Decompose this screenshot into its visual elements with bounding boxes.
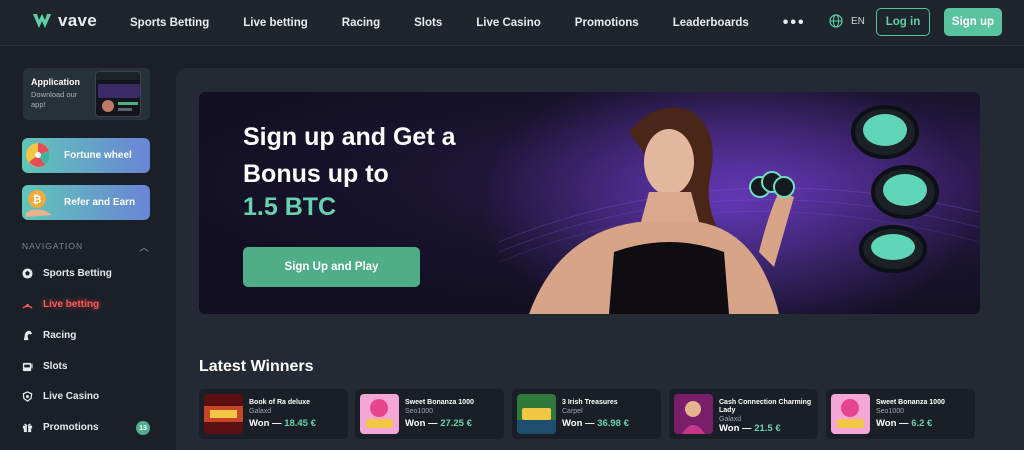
won-amount: 27.25 € [440, 418, 472, 429]
winner-game-name: Sweet Bonanza 1000 [405, 399, 474, 406]
language-label: EN [851, 15, 865, 27]
soccer-ball-icon [22, 268, 33, 279]
language-selector[interactable]: EN [829, 14, 865, 28]
app-download-card[interactable]: Application Download our app! [23, 68, 150, 120]
brand-name: vave [58, 11, 98, 30]
winner-username: Seo1000 [405, 408, 434, 415]
won-amount: 18.45 € [284, 418, 316, 429]
winner-game-name: Sweet Bonanza 1000 [876, 399, 945, 406]
sidebar-item-racing[interactable]: Racing [22, 330, 76, 341]
nav-racing[interactable]: Racing [342, 17, 380, 29]
nav-leaderboards[interactable]: Leaderboards [673, 17, 749, 29]
nav-live-betting[interactable]: Live betting [243, 17, 308, 29]
fortune-wheel-label: Fortune wheel [64, 150, 132, 161]
winner-card[interactable]: Cash Connection Charming Lady Galaxd Won… [669, 389, 818, 439]
navigation-heading-label: NAVIGATION [22, 241, 84, 251]
won-label: Won — [562, 418, 595, 429]
hero-bonus-amount: 1.5 BTC [243, 193, 337, 221]
winner-game-name: Book of Ra deluxe [249, 399, 311, 406]
won-amount: 36.98 € [597, 418, 629, 429]
won-label: Won — [719, 423, 752, 434]
globe-icon [829, 14, 843, 28]
sidebar-item-slots[interactable]: Slots [22, 361, 67, 372]
navigation-heading[interactable]: NAVIGATION ︿ [22, 239, 150, 254]
more-menu-icon[interactable]: ••• [783, 14, 806, 32]
winner-won-line: Won — 21.5 € [719, 423, 781, 434]
slot-machine-icon [22, 362, 33, 372]
winner-won-line: Won — 36.98 € [562, 418, 629, 429]
game-thumbnail [517, 394, 556, 434]
nav-live-casino[interactable]: Live Casino [476, 17, 541, 29]
refer-and-earn-label: Refer and Earn [64, 197, 136, 208]
nav-slots[interactable]: Slots [414, 17, 442, 29]
hero-title: Sign up and Get a Bonus up to [243, 123, 456, 188]
sidebar-item-promotions[interactable]: Promotions [22, 422, 99, 433]
promotions-count-badge: 13 [136, 421, 150, 435]
refer-and-earn-button[interactable]: ₿ Refer and Earn [22, 185, 150, 220]
winner-card[interactable]: Book of Ra deluxe Galaxd Won — 18.45 € [199, 389, 348, 439]
app-card-subtitle: Download our app! [31, 90, 78, 109]
sidebar-item-label: Sports Betting [43, 268, 112, 279]
winner-won-line: Won — 18.45 € [249, 418, 316, 429]
winner-card[interactable]: Sweet Bonanza 1000 Seo1000 Won — 27.25 € [355, 389, 504, 439]
app-card-title: Application [31, 77, 80, 87]
game-thumbnail [204, 394, 243, 434]
sidebar-item-label: Slots [43, 361, 68, 372]
sidebar: Application Download our app! Fortune wh… [0, 46, 168, 450]
won-label: Won — [405, 418, 438, 429]
top-header: vave Sports Betting Live betting Racing … [0, 0, 1024, 46]
nav-promotions[interactable]: Promotions [575, 17, 639, 29]
signup-button[interactable]: Sign up [944, 8, 1002, 36]
sidebar-item-label: Promotions [43, 422, 99, 433]
main-nav: Sports Betting Live betting Racing Slots… [130, 0, 806, 46]
winner-card[interactable]: 3 Irish Treasures Carpel Won — 36.98 € [512, 389, 661, 439]
game-thumbnail [831, 394, 870, 434]
brand-logo[interactable]: vave [32, 11, 97, 31]
sidebar-item-live-betting[interactable]: Live betting [22, 299, 99, 310]
game-thumbnail [360, 394, 399, 434]
winner-card[interactable]: Sweet Bonanza 1000 Seo1000 Won — 6.2 € [826, 389, 975, 439]
sidebar-item-live-casino[interactable]: Live Casino [22, 391, 99, 402]
winner-game-name: 3 Irish Treasures [562, 399, 618, 406]
winner-won-line: Won — 6.2 € [876, 418, 932, 429]
won-label: Won — [249, 418, 282, 429]
gift-icon [22, 423, 33, 433]
won-label: Won — [876, 418, 909, 429]
sidebar-item-label: Racing [43, 330, 77, 341]
latest-winners-title: Latest Winners [199, 358, 314, 375]
vave-logo-icon [33, 14, 51, 28]
won-amount: 6.2 € [911, 418, 933, 429]
signup-and-play-button[interactable]: Sign Up and Play [243, 247, 420, 287]
winner-username: Galaxd [249, 408, 272, 415]
live-signal-icon [22, 303, 33, 309]
fortune-wheel-icon [26, 143, 50, 167]
fortune-wheel-button[interactable]: Fortune wheel [22, 138, 150, 173]
nav-sports-betting[interactable]: Sports Betting [130, 17, 209, 29]
login-button[interactable]: Log in [876, 8, 930, 36]
hero-banner[interactable]: Sign up and Get a Bonus up to 1.5 BTC Si… [199, 92, 980, 314]
app-preview-image [95, 71, 141, 117]
winner-username: Seo1000 [876, 408, 905, 415]
sidebar-item-sports-betting[interactable]: Sports Betting [22, 268, 112, 279]
won-amount: 21.5 € [754, 423, 781, 434]
sidebar-item-label: Live betting [43, 299, 100, 310]
horse-icon [23, 330, 33, 341]
winner-won-line: Won — 27.25 € [405, 418, 472, 429]
chevron-up-icon[interactable]: ︿ [139, 239, 150, 254]
winner-username: Carpel [562, 408, 583, 415]
sidebar-item-label: Live Casino [43, 391, 100, 402]
bitcoin-hand-icon: ₿ [26, 190, 52, 217]
game-thumbnail [674, 394, 713, 434]
winner-username: Galaxd [719, 416, 742, 423]
svg-text:₿: ₿ [33, 193, 42, 206]
winner-game-name: Cash Connection Charming Lady [719, 399, 812, 414]
casino-chip-icon [22, 391, 33, 402]
